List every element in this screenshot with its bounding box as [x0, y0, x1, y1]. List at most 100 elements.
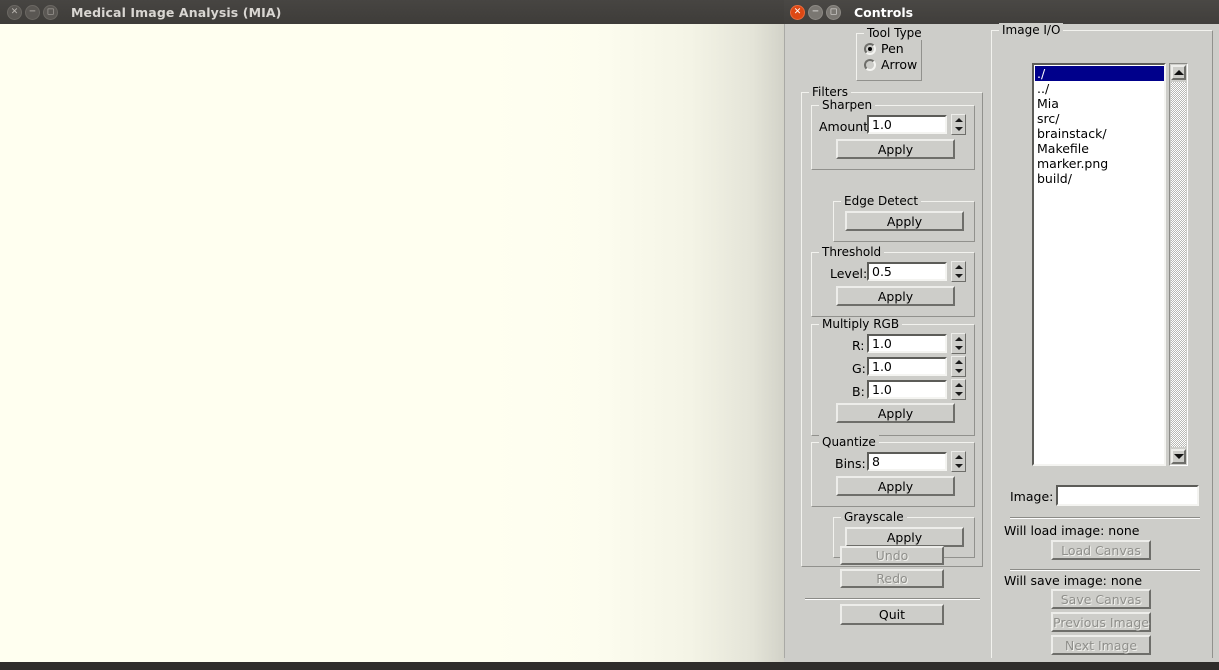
sharpen-amount-stepper[interactable]: [951, 114, 966, 135]
undo-label: Undo: [875, 548, 909, 563]
scroll-down-button[interactable]: [1171, 449, 1186, 464]
multiply-g-input[interactable]: 1.0: [867, 357, 947, 376]
file-list-scrollbar[interactable]: [1169, 63, 1188, 466]
maximize-icon[interactable]: ◻: [826, 4, 841, 20]
multiply-g-value: 1.0: [872, 359, 892, 374]
stepper-down-icon[interactable]: [954, 127, 963, 132]
close-icon[interactable]: ✕: [7, 4, 22, 20]
stepper-up-icon[interactable]: [954, 264, 963, 269]
stepper-up-icon[interactable]: [954, 336, 963, 341]
file-list-item[interactable]: Mia: [1035, 96, 1164, 111]
grayscale-apply-button[interactable]: Apply: [845, 527, 964, 547]
file-list-item[interactable]: build/: [1035, 171, 1164, 186]
redo-label: Redo: [876, 571, 908, 586]
save-canvas-label: Save Canvas: [1060, 591, 1142, 607]
stepper-down-icon[interactable]: [954, 392, 963, 397]
radio-tool-pen[interactable]: Pen: [864, 41, 904, 56]
load-section-separator: [1010, 517, 1200, 519]
multiply-b-label: B:: [852, 384, 865, 399]
scroll-trough[interactable]: [1171, 82, 1186, 447]
multiply-b-input[interactable]: 1.0: [867, 380, 947, 399]
threshold-level-stepper[interactable]: [951, 261, 966, 282]
file-list-item[interactable]: brainstack/: [1035, 126, 1164, 141]
multiply-rgb-group: Multiply RGB R: 1.0 G: 1.0 B: 1.0 Apply: [811, 317, 975, 436]
sharpen-amount-input[interactable]: 1.0: [867, 115, 947, 134]
stepper-up-icon[interactable]: [954, 117, 963, 122]
quantize-bins-stepper[interactable]: [951, 451, 966, 472]
multiply-rgb-apply-label: Apply: [877, 405, 914, 421]
save-section-separator: [1010, 569, 1200, 571]
radio-tool-arrow[interactable]: Arrow: [864, 57, 917, 72]
file-list-item[interactable]: ../: [1035, 81, 1164, 96]
quantize-apply-label: Apply: [877, 478, 914, 494]
stepper-down-icon[interactable]: [954, 274, 963, 279]
file-list-item[interactable]: Makefile: [1035, 141, 1164, 156]
filters-group: Filters Sharpen Amount: 1.0 Apply Edge D…: [801, 85, 983, 567]
undo-button[interactable]: Undo: [840, 546, 944, 565]
multiply-rgb-legend: Multiply RGB: [819, 317, 903, 331]
threshold-level-input[interactable]: 0.5: [867, 262, 947, 281]
next-image-button[interactable]: Next Image: [1051, 635, 1151, 655]
stepper-down-icon[interactable]: [954, 369, 963, 374]
multiply-r-value: 1.0: [872, 336, 892, 351]
sharpen-legend: Sharpen: [819, 98, 876, 112]
edge-detect-legend: Edge Detect: [841, 194, 922, 208]
controls-window: ✕ ─ ◻ Controls Tool Type Pen Arrow Filte…: [784, 0, 1219, 670]
stepper-down-icon[interactable]: [954, 346, 963, 351]
previous-image-button[interactable]: Previous Image: [1051, 612, 1151, 632]
load-canvas-button[interactable]: Load Canvas: [1051, 540, 1151, 560]
threshold-level-label: Level:: [830, 266, 868, 281]
sharpen-group: Sharpen Amount: 1.0 Apply: [811, 98, 975, 170]
image-field-input[interactable]: [1056, 485, 1199, 506]
file-list-item[interactable]: src/: [1035, 111, 1164, 126]
desktop-taskbar[interactable]: [0, 662, 1219, 670]
filters-legend: Filters: [809, 85, 851, 99]
stepper-down-icon[interactable]: [954, 464, 963, 469]
history-quit-separator: [805, 598, 980, 600]
maximize-icon[interactable]: ◻: [43, 4, 58, 20]
scroll-up-button[interactable]: [1171, 65, 1186, 80]
multiply-r-stepper[interactable]: [951, 333, 966, 354]
sharpen-apply-button[interactable]: Apply: [836, 139, 955, 159]
minimize-icon[interactable]: ─: [808, 4, 823, 20]
edge-detect-apply-label: Apply: [886, 213, 923, 229]
threshold-apply-button[interactable]: Apply: [836, 286, 955, 306]
save-canvas-button[interactable]: Save Canvas: [1051, 589, 1151, 609]
multiply-r-label: R:: [852, 338, 865, 353]
grayscale-apply-label: Apply: [886, 529, 923, 545]
multiply-r-input[interactable]: 1.0: [867, 334, 947, 353]
will-save-status: Will save image: none: [1004, 573, 1143, 588]
close-icon[interactable]: ✕: [790, 4, 805, 20]
stepper-up-icon[interactable]: [954, 454, 963, 459]
multiply-g-label: G:: [852, 361, 866, 376]
file-list[interactable]: ./../Mia src/brainstack/Makefile marker.pn…: [1032, 63, 1166, 466]
quantize-bins-label: Bins:: [835, 456, 866, 471]
multiply-rgb-apply-button[interactable]: Apply: [836, 403, 955, 423]
previous-image-label: Previous Image: [1053, 614, 1149, 630]
file-list-item[interactable]: ./: [1035, 66, 1164, 81]
threshold-apply-label: Apply: [877, 288, 914, 304]
minimize-icon[interactable]: ─: [25, 4, 40, 20]
multiply-b-stepper[interactable]: [951, 379, 966, 400]
quit-button[interactable]: Quit: [840, 604, 944, 625]
image-field-label: Image:: [1010, 489, 1054, 504]
mia-titlebar[interactable]: ✕ ─ ◻ Medical Image Analysis (MIA): [0, 0, 784, 24]
radio-pen-indicator[interactable]: [864, 42, 876, 55]
edge-detect-apply-button[interactable]: Apply: [845, 211, 964, 231]
controls-titlebar[interactable]: ✕ ─ ◻ Controls: [784, 0, 1219, 24]
quantize-group: Quantize Bins: 8 Apply: [811, 435, 975, 507]
redo-button[interactable]: Redo: [840, 569, 944, 588]
radio-pen-label: Pen: [881, 41, 904, 56]
stepper-up-icon[interactable]: [954, 359, 963, 364]
quantize-bins-input[interactable]: 8: [867, 452, 947, 471]
image-canvas[interactable]: [0, 24, 784, 670]
radio-arrow-indicator[interactable]: [864, 58, 876, 71]
stepper-up-icon[interactable]: [954, 382, 963, 387]
quantize-apply-button[interactable]: Apply: [836, 476, 955, 496]
tool-type-group: Tool Type Pen Arrow: [856, 26, 925, 81]
load-canvas-label: Load Canvas: [1061, 542, 1141, 558]
file-list-item[interactable]: marker.png: [1035, 156, 1164, 171]
quit-label: Quit: [878, 607, 906, 622]
mia-window-title: Medical Image Analysis (MIA): [71, 4, 282, 20]
multiply-g-stepper[interactable]: [951, 356, 966, 377]
